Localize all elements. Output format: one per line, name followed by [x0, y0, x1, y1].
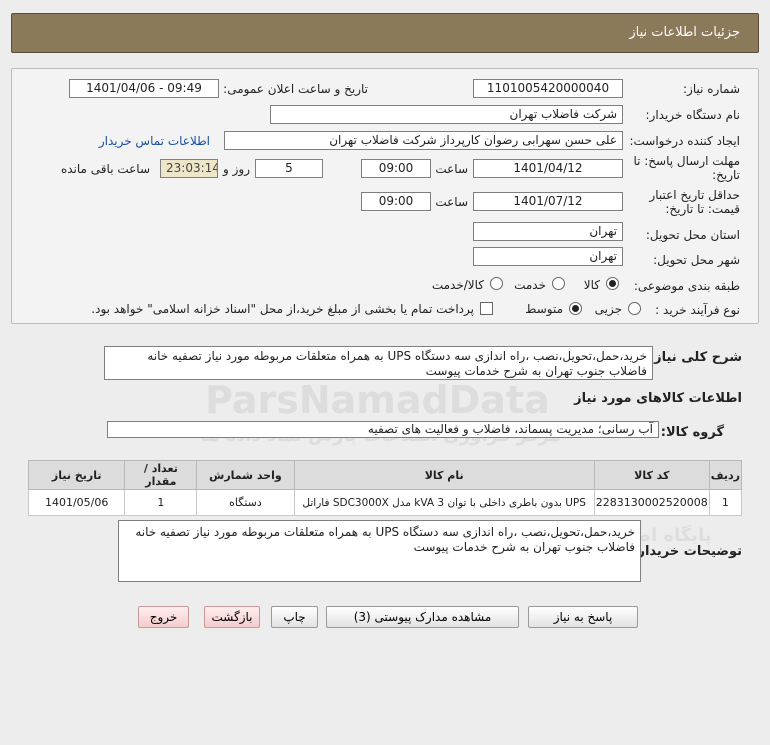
category-goods-radio[interactable] [606, 277, 619, 290]
validity-time-field: 09:00 [361, 192, 431, 211]
col-code-header: کد کالا [593, 460, 710, 490]
deadline-label-date: تاریخ: [712, 168, 740, 182]
province-label: استان محل تحویل: [645, 228, 740, 242]
attachments-button[interactable]: مشاهده مدارک پیوستی (3) [326, 606, 519, 628]
creator-field: علی حسن سهرابی رضوان کارپرداز شرکت فاضلا… [224, 131, 623, 150]
page-title: جزئیات اطلاعات نیاز [629, 25, 740, 40]
creator-label: ایجاد کننده درخواست: [629, 134, 740, 148]
col-unit-header: واحد شمارش [196, 460, 295, 490]
col-date-header: تاریخ نیاز [27, 460, 126, 490]
exit-button[interactable]: خروج [138, 606, 189, 628]
goods-group-field: آب رسانی؛ مدیریت پسماند، فاضلاب و فعالیت… [107, 421, 659, 438]
buyer-org-label: نام دستگاه خریدار: [645, 108, 741, 122]
table-row[interactable]: 1 2283130002520008 UPS بدون باطری داخلی … [27, 489, 743, 516]
province-field: تهران [473, 222, 623, 241]
category-both-radio[interactable] [490, 277, 503, 290]
announce-datetime-field: 1401/04/06 - 09:49 [69, 79, 219, 98]
remaining-time-field: 23:03:14 [160, 159, 218, 178]
need-number-label: شماره نیاز: [683, 82, 740, 96]
cell-need-date: 1401/05/06 [27, 489, 126, 516]
buyer-org-field: شرکت فاضلاب تهران [270, 105, 623, 124]
cell-row-number: 1 [708, 489, 743, 516]
process-partial-label: جزیی [594, 302, 622, 316]
col-row-header: ردیف [708, 460, 743, 490]
deadline-date-field: 1401/04/12 [473, 159, 623, 178]
process-partial-radio[interactable] [628, 302, 641, 315]
days-label: روز و [223, 162, 250, 176]
need-number-field: 1101005420000040 [473, 79, 623, 98]
remaining-time-label: ساعت باقی مانده [60, 162, 150, 176]
watermark-logo: ParsNamadData [205, 378, 550, 422]
goods-table: ردیف کد کالا نام کالا واحد شمارش تعداد /… [27, 460, 743, 516]
treasury-payment-note: پرداخت تمام یا بخشی از مبلغ خرید،از محل … [91, 302, 474, 316]
process-medium-label: متوسط [525, 302, 563, 316]
cell-item-code: 2283130002520008 [593, 489, 710, 516]
print-button[interactable]: چاپ [271, 606, 318, 628]
goods-section-title: اطلاعات کالاهای مورد نیاز [574, 391, 742, 406]
category-service-label: خدمت [514, 278, 546, 292]
col-qty-header: تعداد / مقدار [124, 460, 198, 490]
buyer-notes-textarea: خرید،حمل،تحویل،نصب ،راه اندازی سه دستگاه… [118, 520, 641, 582]
category-goods-label: کالا [583, 278, 600, 292]
reply-button[interactable]: پاسخ به نیاز [528, 606, 638, 628]
announce-datetime-label: تاریخ و ساعت اعلان عمومی: [223, 82, 368, 96]
days-field: 5 [255, 159, 323, 178]
process-medium-radio[interactable] [569, 302, 582, 315]
validity-date-field: 1401/07/12 [473, 192, 623, 211]
city-field: تهران [473, 247, 623, 266]
category-label: طبقه بندی موضوعی: [633, 279, 740, 293]
table-header-row: ردیف کد کالا نام کالا واحد شمارش تعداد /… [27, 460, 743, 490]
col-name-header: نام کالا [293, 460, 595, 490]
cell-quantity: 1 [124, 489, 198, 516]
goods-group-label: گروه کالا: [660, 425, 724, 440]
buyer-notes-label: توضیحات خریدار: [632, 544, 742, 559]
deadline-time-field: 09:00 [361, 159, 431, 178]
back-button[interactable]: بازگشت [204, 606, 260, 628]
validity-label-date: قیمت: تا تاریخ: [665, 202, 740, 216]
validity-time-label: ساعت [435, 195, 468, 209]
deadline-label: مهلت ارسال پاسخ: تا [633, 154, 740, 168]
cell-unit: دستگاه [196, 489, 295, 516]
buyer-contact-link[interactable]: اطلاعات تماس خریدار [99, 134, 210, 148]
summary-label: شرح کلی نیاز: [648, 350, 742, 365]
process-label: نوع فرآیند خرید : [655, 303, 740, 317]
summary-textarea: خرید،حمل،تحویل،نصب ،راه اندازی سه دستگاه… [104, 346, 653, 380]
category-service-radio[interactable] [552, 277, 565, 290]
page-header: جزئیات اطلاعات نیاز [11, 13, 759, 53]
city-label: شهر محل تحویل: [653, 253, 740, 267]
deadline-time-label: ساعت [435, 162, 468, 176]
treasury-payment-checkbox[interactable] [480, 302, 493, 315]
validity-label: حداقل تاریخ اعتبار [649, 188, 740, 202]
cell-item-name: UPS بدون باطری داخلی با توان 3 kVA مدل S… [293, 489, 595, 516]
category-both-label: کالا/خدمت [431, 278, 484, 292]
